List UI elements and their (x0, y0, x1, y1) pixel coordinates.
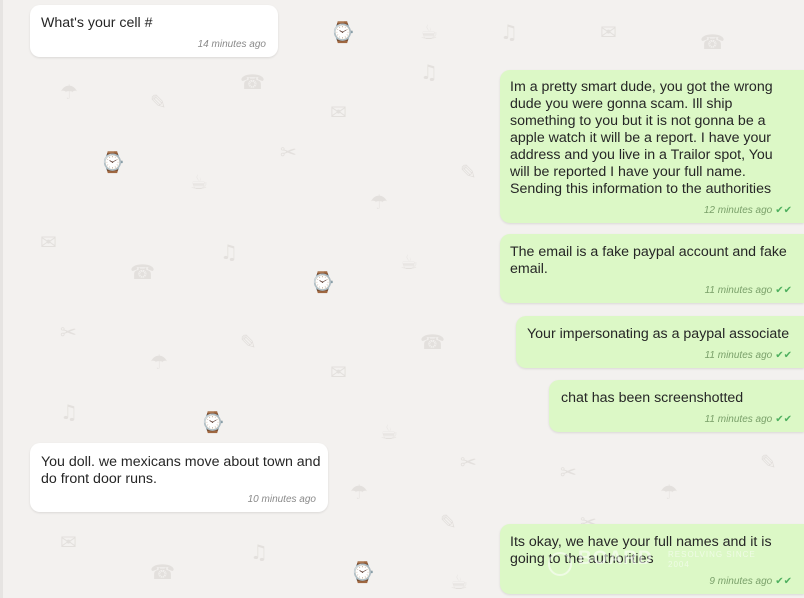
message-timestamp: 11 minutes ago (704, 285, 773, 296)
message-outgoing: The email is a fake paypal account and f… (500, 234, 804, 303)
message-time: 10 minutes ago (248, 494, 316, 505)
double-check-icon: ✔✔ (775, 414, 792, 425)
message-timestamp: 12 minutes ago (703, 205, 773, 216)
double-check-icon: ✔✔ (775, 576, 792, 587)
message-timestamp: 10 minutes ago (247, 494, 316, 505)
scroll-edge (0, 0, 3, 598)
message-incoming: What's your cell # 14 minutes ago (30, 5, 278, 57)
message-timestamp: 11 minutes ago (704, 414, 773, 425)
double-check-icon: ✔✔ (775, 350, 792, 361)
message-outgoing: Its okay, we have your full names and it… (500, 524, 804, 594)
message-incoming: You doll. we mexicans move about town an… (30, 443, 328, 512)
message-text: Its okay, we have your full names and it… (510, 534, 772, 567)
message-time: 11 minutes ago ✔✔ (705, 414, 792, 425)
message-time: 9 minutes ago ✔✔ (709, 576, 792, 587)
message-text: Im a pretty smart dude, you got the wron… (510, 79, 773, 197)
message-outgoing: chat has been screenshotted 11 minutes a… (549, 380, 804, 432)
message-text: Your impersonating as a paypal associate (527, 326, 790, 342)
double-check-icon: ✔✔ (775, 205, 792, 216)
message-text: What's your cell # (41, 15, 153, 31)
message-timestamp: 11 minutes ago (704, 350, 773, 361)
message-timestamp: 9 minutes ago (709, 576, 773, 587)
message-time: 14 minutes ago (198, 39, 266, 50)
message-outgoing: Im a pretty smart dude, you got the wron… (500, 70, 804, 223)
message-timestamp: 14 minutes ago (197, 39, 266, 50)
message-text: The email is a fake paypal account and f… (510, 244, 787, 277)
message-time: 11 minutes ago ✔✔ (705, 285, 792, 296)
message-text: You doll. we mexicans move about town an… (41, 454, 321, 487)
double-check-icon: ✔✔ (775, 285, 792, 296)
message-text: chat has been screenshotted (561, 390, 744, 406)
message-time: 12 minutes ago ✔✔ (704, 205, 792, 216)
message-time: 11 minutes ago ✔✔ (705, 350, 792, 361)
message-outgoing: Your impersonating as a paypal associate… (516, 316, 804, 368)
